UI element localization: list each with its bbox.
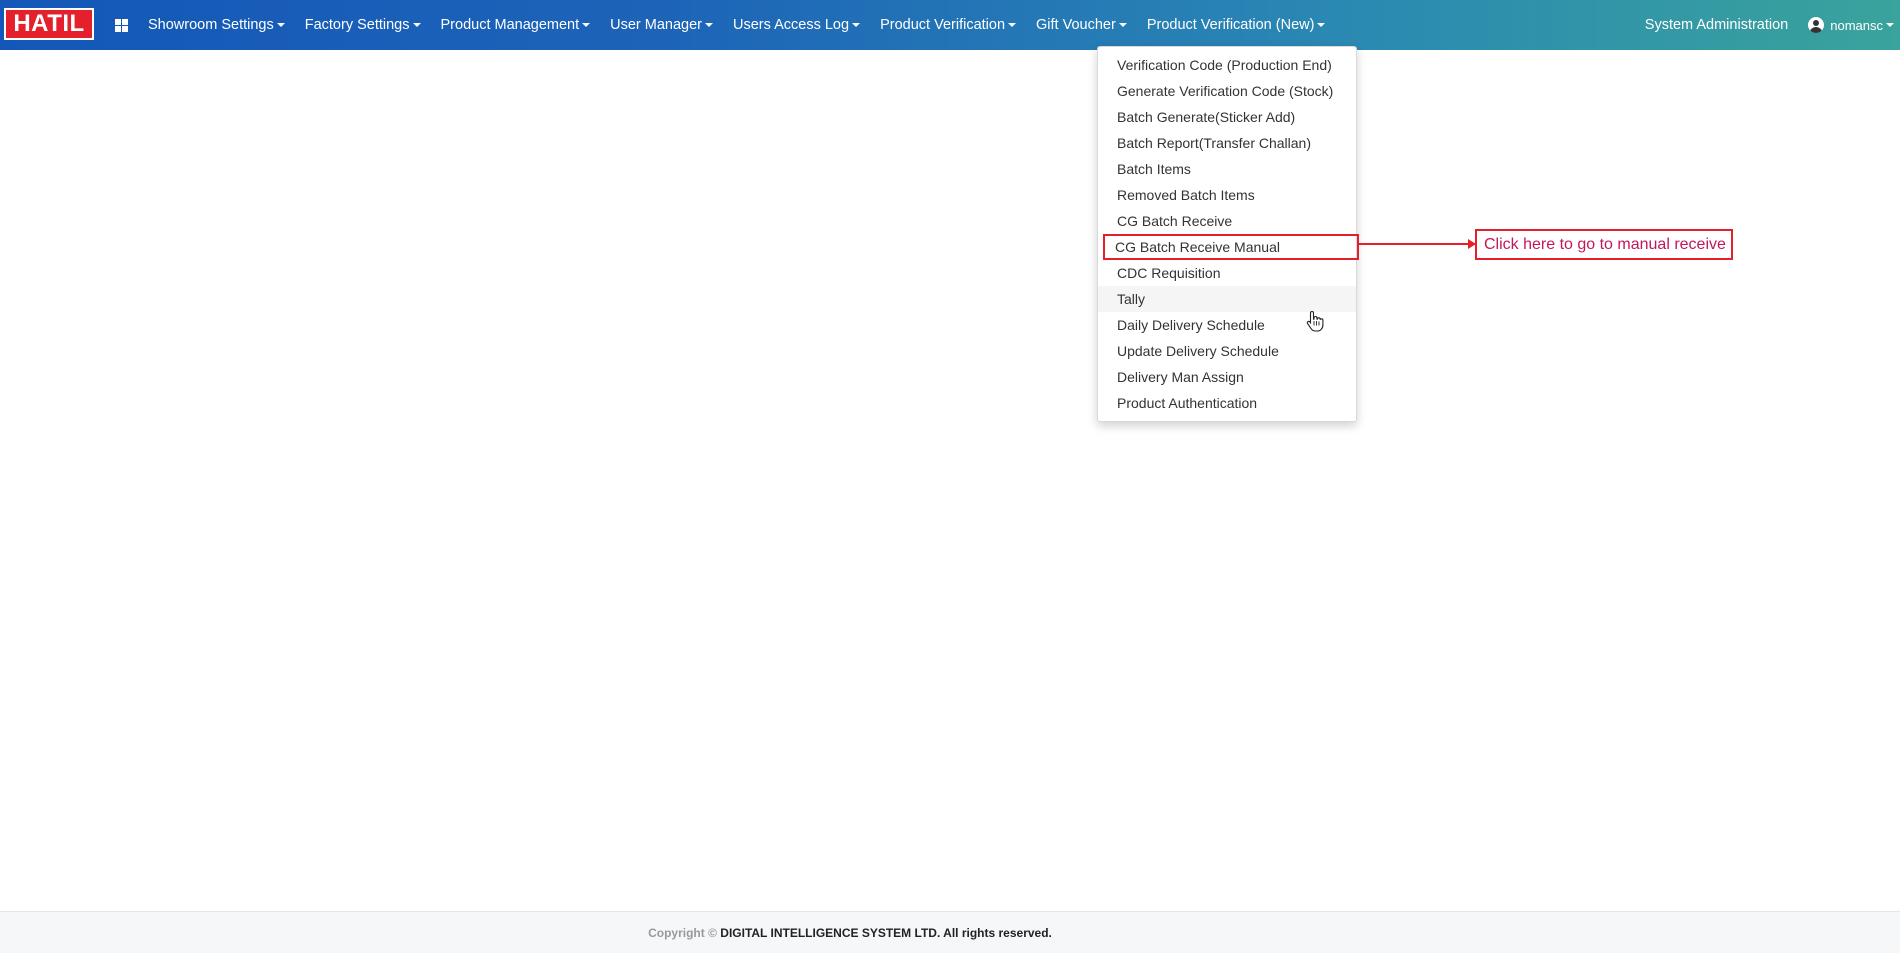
copyright-label: Copyright © [648,926,717,940]
nav-label: Gift Voucher [1036,17,1116,33]
nav-label: Factory Settings [304,17,410,33]
caret-down-icon [1317,23,1326,28]
caret-down-icon [276,23,285,28]
caret-down-icon [1008,23,1017,28]
menu-item-cdc-requisition[interactable]: CDC Requisition [1098,260,1356,286]
nav-label: Showroom Settings [148,17,274,33]
menu-item-delivery-man-assign[interactable]: Delivery Man Assign [1098,364,1356,390]
user-menu[interactable]: nomansc [1808,17,1900,33]
main-nav-menu: Showroom Settings Factory Settings Produ… [138,0,1335,50]
menu-item-batch-items[interactable]: Batch Items [1098,156,1356,182]
caret-down-icon [852,23,861,28]
nav-users-access-log[interactable]: Users Access Log [723,0,870,50]
system-administration-link[interactable]: System Administration [1635,0,1808,50]
user-avatar-icon [1808,17,1825,33]
menu-item-cg-batch-receive-manual[interactable]: CG Batch Receive Manual [1103,234,1359,260]
nav-showroom-settings[interactable]: Showroom Settings [138,0,295,50]
menu-item-update-delivery-schedule[interactable]: Update Delivery Schedule [1098,338,1356,364]
product-verification-new-dropdown: Verification Code (Production End) Gener… [1097,46,1359,422]
nav-label: Users Access Log [733,17,850,33]
nav-label: Product Management [440,17,580,33]
menu-item-cg-batch-receive[interactable]: CG Batch Receive [1098,208,1356,234]
nav-label: User Manager [610,17,703,33]
nav-gift-voucher[interactable]: Gift Voucher [1026,0,1137,50]
nav-product-verification[interactable]: Product Verification [870,0,1026,50]
menu-item-tally[interactable]: Tally [1098,286,1356,312]
caret-down-icon [1886,23,1894,27]
nav-product-management[interactable]: Product Management [431,0,601,50]
user-name: nomansc [1830,17,1883,33]
page-footer: Copyright © DIGITAL INTELLIGENCE SYSTEM … [0,911,1900,953]
menu-item-batch-generate[interactable]: Batch Generate(Sticker Add) [1098,104,1356,130]
caret-down-icon [582,23,591,28]
nav-right-section: System Administration nomansc [1635,0,1900,50]
nav-user-manager[interactable]: User Manager [600,0,723,50]
company-name: DIGITAL INTELLIGENCE SYSTEM LTD. All rig… [720,926,1052,940]
menu-item-generate-verification-code-stock[interactable]: Generate Verification Code (Stock) [1098,78,1356,104]
nav-factory-settings[interactable]: Factory Settings [295,0,431,50]
caret-down-icon [705,23,714,28]
hatil-logo[interactable]: HATIL [4,8,94,40]
menu-item-product-authentication[interactable]: Product Authentication [1098,390,1356,416]
apps-grid-icon[interactable] [115,19,128,32]
menu-item-removed-batch-items[interactable]: Removed Batch Items [1098,182,1356,208]
callout-annotation: Click here to go to manual receive [1475,229,1733,260]
menu-item-batch-report[interactable]: Batch Report(Transfer Challan) [1098,130,1356,156]
caret-down-icon [412,23,421,28]
callout-arrow-line [1358,243,1475,245]
nav-label: Product Verification (New) [1146,17,1315,33]
caret-down-icon [1118,23,1127,28]
top-navbar: HATIL Showroom Settings Factory Settings… [0,0,1900,50]
menu-item-verification-code-production-end[interactable]: Verification Code (Production End) [1098,52,1356,78]
nav-label: Product Verification [880,17,1006,33]
hand-pointer-cursor-icon [1306,310,1324,332]
nav-product-verification-new[interactable]: Product Verification (New) [1137,0,1336,50]
